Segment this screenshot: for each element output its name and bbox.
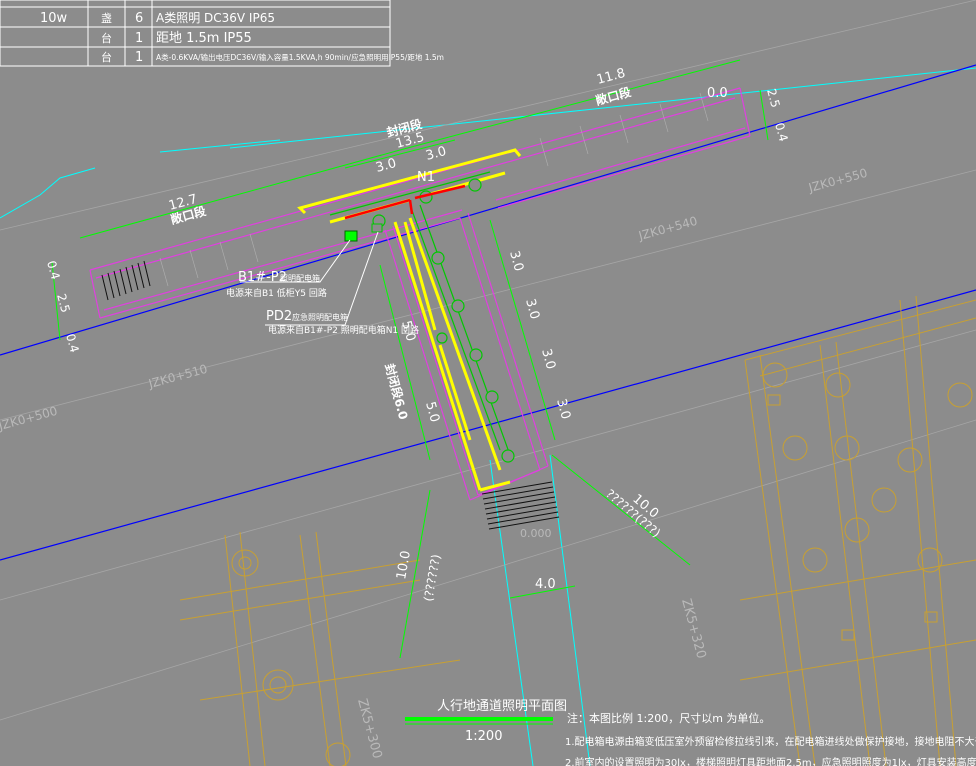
dim-3-0-c: 3.0 xyxy=(506,249,526,273)
pd2-panel[interactable] xyxy=(371,223,383,233)
table-row-1-qty: 6 xyxy=(135,11,143,26)
dim-5-0-b: 5.0 xyxy=(422,400,442,424)
dim-11-8: 11.8 xyxy=(595,66,627,88)
dim-3-0-e: 3.0 xyxy=(538,347,558,371)
note-line-1: 1.配电箱电源由箱变低压室外预留检修拉线引来，在配电箱进线处做保护接地，接地电阻… xyxy=(565,735,976,748)
dim-4-0: 4.0 xyxy=(535,577,556,592)
table-row-2-qty: 1 xyxy=(135,31,143,46)
pd2-title: PD2 xyxy=(266,309,292,324)
drawing-title-block: 人行地通道照明平面图 1:200 xyxy=(405,699,567,744)
note-line-2: 2.前室内的设置照明为30lx，楼梯照明灯具距地面2.5m，应急照明照度为1lx… xyxy=(565,756,976,766)
road-centerlines xyxy=(0,64,976,561)
elev-label: 0.000 xyxy=(520,527,552,540)
table-row-3-unit: 台 xyxy=(101,50,112,64)
drawing-scale: 1:200 xyxy=(465,729,502,744)
structure-columns xyxy=(179,295,976,766)
table-row-2-desc: 距地 1.5m IP55 xyxy=(156,31,252,46)
dim-0-4-left-top: 0.4 xyxy=(44,259,62,281)
dim-0-4-right: 0.4 xyxy=(772,121,790,143)
dim-10-0-left: 10.0 xyxy=(394,550,414,581)
drawing-title: 人行地通道照明平面图 xyxy=(437,699,567,714)
dim-3-0-f: 3.0 xyxy=(553,397,573,421)
b1-p2-source: 电源来自B1 低柜Y5 回路 xyxy=(226,287,327,299)
dim-0-4-left-bottom: 0.4 xyxy=(63,332,81,354)
dim-5-0-a: 5.0 xyxy=(398,319,418,343)
pd2-sub: 应急照明配电箱 xyxy=(292,312,348,322)
left-note: (??????) xyxy=(421,553,443,602)
chainage-zk5-300: ZK5+300 xyxy=(354,697,384,760)
b1-p2-panel[interactable] xyxy=(344,230,358,242)
table-row-1-desc: A类照明 DC36V IP65 xyxy=(156,11,275,25)
table-row-1-spec: 10w xyxy=(40,11,68,26)
table-row-3-desc: A类-0.6KVA/输出电压DC36V/输入容量1.5KVA,h 90min/应… xyxy=(156,52,444,62)
dim-2-5-right: 2.5 xyxy=(764,87,782,109)
dim-3-0-a: 3.0 xyxy=(374,156,398,176)
equipment-table: 10w 盏 6 A类照明 DC36V IP65 台 1 距地 1.5m IP55… xyxy=(0,0,444,67)
table-row-3-qty: 1 xyxy=(135,50,143,65)
chainage-jzk0-550: JZK0+550 xyxy=(806,166,869,195)
b1-p2-sub: 照明配电箱 xyxy=(280,273,320,283)
chainage-jzk0-500: JZK0+500 xyxy=(0,404,59,433)
chainage-zk5-320: ZK5+320 xyxy=(678,597,708,660)
general-notes: 注：本图比例 1:200，尺寸以m 为单位。 1.配电箱电源由箱变低压室外预留检… xyxy=(565,711,976,766)
table-row-1-unit: 盏 xyxy=(101,11,112,25)
tunnel-walls xyxy=(89,87,751,501)
note-line-0: 注：本图比例 1:200，尺寸以m 为单位。 xyxy=(567,711,770,725)
cad-drawing-canvas: 10w 盏 6 A类照明 DC36V IP65 台 1 距地 1.5m IP55… xyxy=(0,0,976,766)
dim-3-0-d: 3.0 xyxy=(522,297,542,321)
table-row-2-unit: 台 xyxy=(101,31,112,45)
chainage-jzk0-510: JZK0+510 xyxy=(146,362,209,391)
node-n1: N1 xyxy=(417,170,435,185)
pd2-source: 电源来自B1#-P2 照明配电箱N1 回路 xyxy=(268,324,419,336)
stairs-left xyxy=(101,260,151,301)
dim-0-0: 0.0 xyxy=(707,86,728,101)
chainage-jzk0-540: JZK0+540 xyxy=(636,214,699,243)
